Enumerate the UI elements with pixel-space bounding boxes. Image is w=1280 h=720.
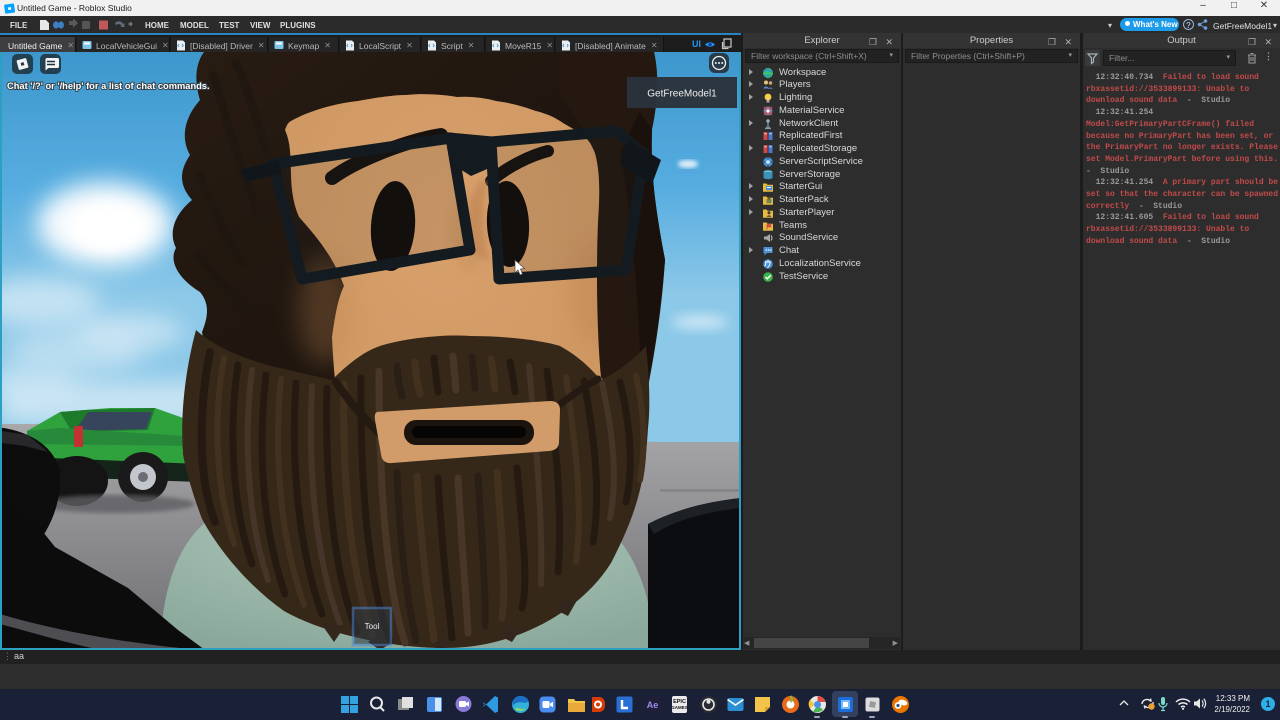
svg-text:Chat '/?' or '/help' for a lis: Chat '/?' or '/help' for a list of chat … bbox=[7, 81, 210, 91]
svg-text:Tool: Tool bbox=[365, 622, 380, 631]
svg-text:GAMES: GAMES bbox=[671, 705, 688, 710]
svg-text:GetFreeModel1: GetFreeModel1 bbox=[647, 89, 717, 100]
svg-text:Ae: Ae bbox=[646, 700, 658, 710]
